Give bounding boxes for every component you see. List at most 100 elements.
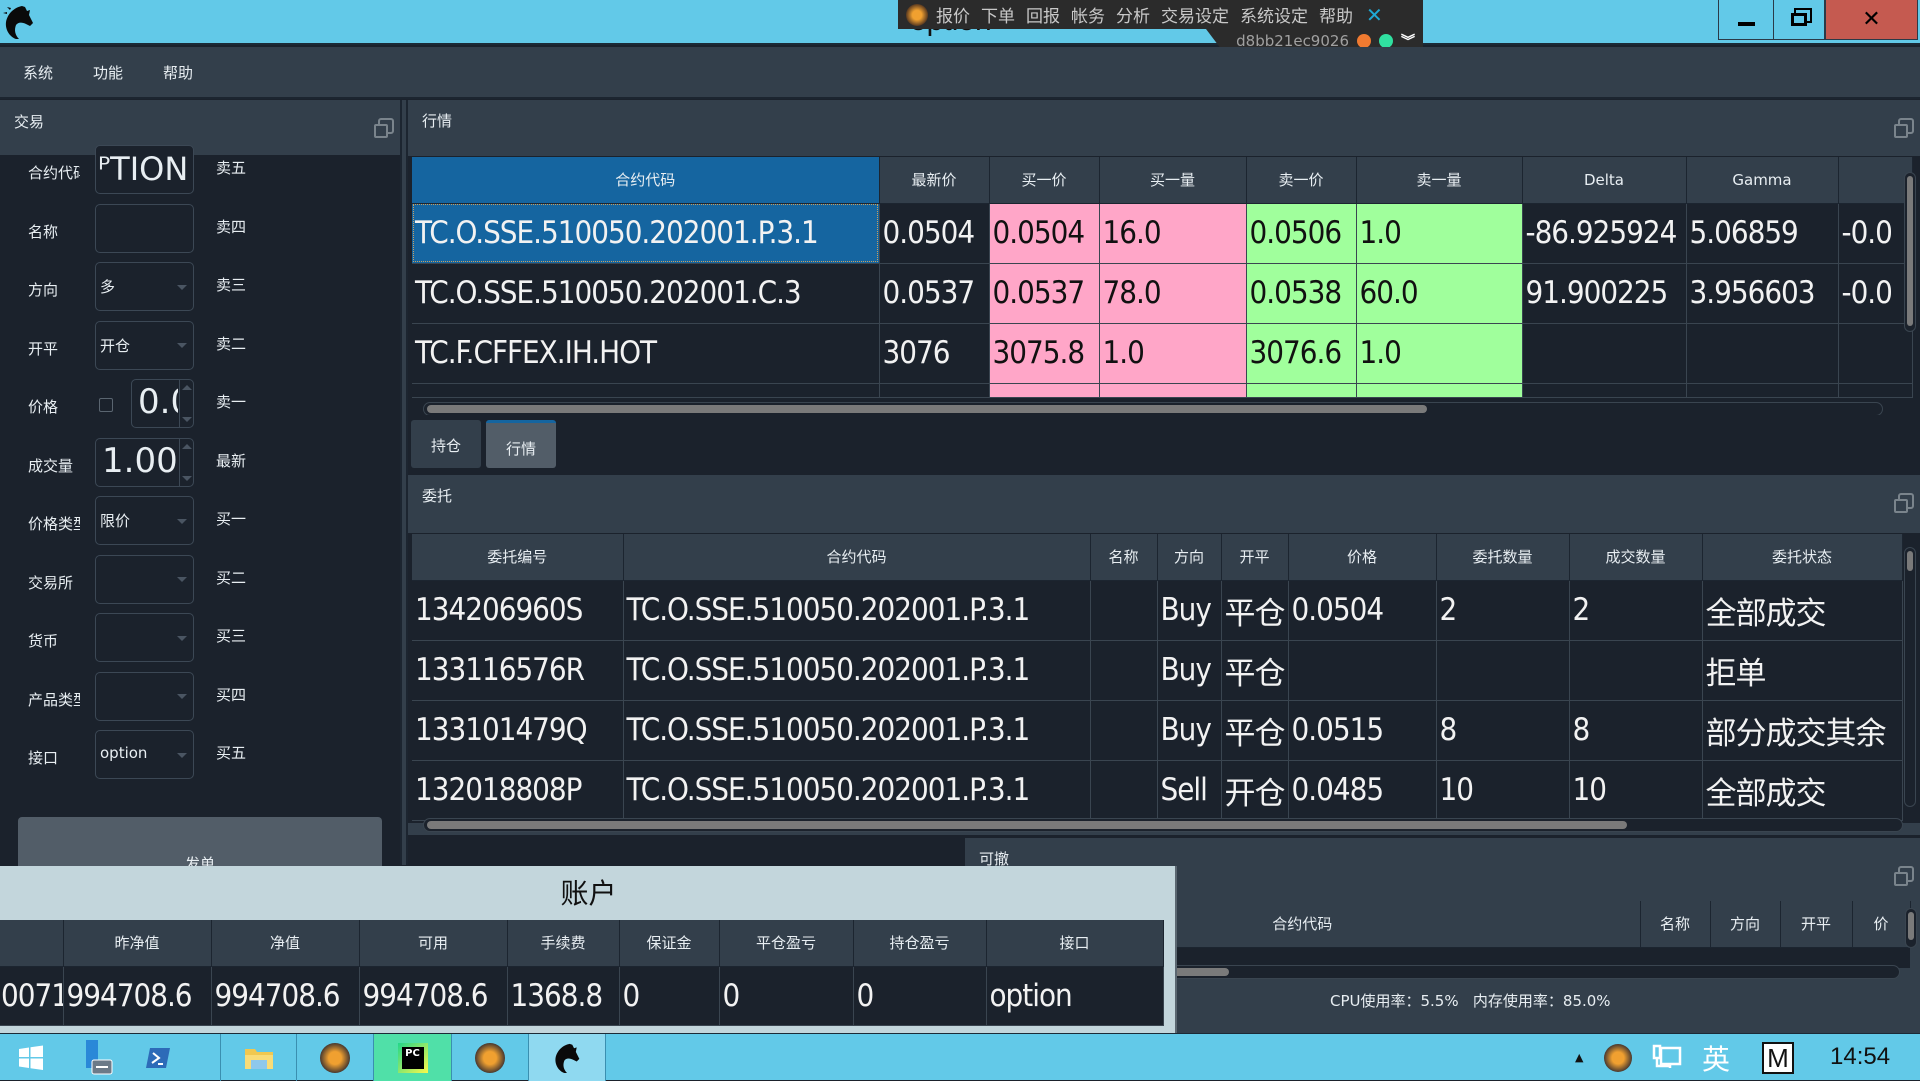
column-header[interactable]: 持仓盈亏 <box>853 920 987 967</box>
price-spinbox[interactable]: 0.0 <box>131 379 194 428</box>
cancel-vscrollbar[interactable] <box>1905 908 1917 948</box>
column-header[interactable]: 委托状态 <box>1702 534 1903 581</box>
float-menu-help[interactable]: 帮助 <box>1319 2 1353 27</box>
select-6[interactable]: 限价 <box>95 496 194 545</box>
spin-arrows-icon[interactable] <box>179 438 193 486</box>
select-10[interactable]: option <box>95 730 194 779</box>
ime-language[interactable]: 英 <box>1702 1034 1730 1081</box>
scroll-thumb[interactable] <box>1907 551 1913 571</box>
column-header[interactable] <box>0 920 64 967</box>
column-header[interactable]: 方向 <box>1157 534 1222 581</box>
float-menu-quote[interactable]: 报价 <box>936 2 970 27</box>
trading-app-button[interactable] <box>452 1034 529 1081</box>
tab-positions[interactable]: 持仓 <box>411 420 481 468</box>
float-close-icon[interactable]: ✕ <box>1366 3 1383 27</box>
market-vscrollbar[interactable] <box>1904 172 1916 332</box>
column-header[interactable]: 卖一量 <box>1356 157 1523 204</box>
column-header[interactable]: Gamma <box>1686 157 1839 204</box>
column-header[interactable]: 合约代码 <box>412 157 880 204</box>
table-row[interactable]: 0071 994708.6 994708.6 994708.6 1368.8 0 0 0 opt… <box>0 966 1164 1026</box>
float-menu-order[interactable]: 下单 <box>981 2 1015 27</box>
powershell-button[interactable] <box>132 1034 184 1081</box>
column-header[interactable]: 净值 <box>211 920 360 967</box>
volume-spinbox[interactable]: 1.00 <box>95 437 194 487</box>
tray-trading-app[interactable] <box>1604 1034 1632 1081</box>
column-header[interactable]: 平仓盈亏 <box>719 920 854 967</box>
tab-market[interactable]: 行情 <box>486 420 556 468</box>
maximize-button[interactable] <box>1773 0 1825 40</box>
column-header[interactable]: 委托数量 <box>1436 534 1570 581</box>
trading-app-button[interactable] <box>297 1034 374 1081</box>
column-header[interactable]: 买一量 <box>1099 157 1247 204</box>
start-button[interactable] <box>0 1034 62 1081</box>
column-header[interactable]: 价 <box>1852 901 1911 948</box>
float-menu-report[interactable]: 回报 <box>1026 2 1060 27</box>
float-menu-trade-settings[interactable]: 交易设定 <box>1161 2 1229 27</box>
select-8[interactable] <box>95 613 194 662</box>
scroll-thumb[interactable] <box>1907 176 1913 326</box>
scroll-thumb[interactable] <box>427 405 1427 413</box>
column-header[interactable]: 名称 <box>1640 901 1711 948</box>
table-row[interactable]: TC.O.SSE.510050.202001.C.3 0.0537 0.0537 78… <box>412 263 1913 324</box>
menu-function[interactable]: 功能 <box>93 62 123 83</box>
market-hscrollbar[interactable] <box>423 402 1883 416</box>
undock-icon[interactable] <box>1894 866 1914 886</box>
close-button[interactable]: ✕ <box>1825 0 1918 40</box>
table-row[interactable]: 134206960S TC.O.SSE.510050.202001.P.3.1 Bu… <box>412 580 1903 641</box>
select-2[interactable]: 多 <box>95 262 194 311</box>
pycharm-button[interactable]: PC <box>374 1034 452 1081</box>
column-header[interactable]: 昨净值 <box>63 920 212 967</box>
clock[interactable]: 14:54 <box>1830 1043 1890 1071</box>
menu-system[interactable]: 系统 <box>23 62 53 83</box>
symbol-input[interactable]: ᴾTION <box>95 145 194 194</box>
column-header[interactable] <box>1838 157 1913 204</box>
table-row[interactable]: TC.F.CFFEX.IH.HOT 3076 3075.8 1.0 3076.6 1.0 <box>412 323 1913 384</box>
table-row[interactable]: 132018808P TC.O.SSE.510050.202001.P.3.1 Se… <box>412 760 1903 821</box>
scroll-thumb[interactable] <box>1908 912 1914 940</box>
order-vscrollbar[interactable] <box>1904 547 1916 807</box>
undock-icon[interactable] <box>374 118 394 138</box>
tray-overflow-button[interactable]: ▲ <box>1575 1034 1583 1081</box>
column-header[interactable]: 买一价 <box>989 157 1100 204</box>
float-menu-system-settings[interactable]: 系统设定 <box>1240 2 1308 27</box>
column-header[interactable]: 手续费 <box>507 920 620 967</box>
column-header[interactable]: 委托编号 <box>412 534 624 581</box>
ime-mode[interactable]: M <box>1762 1034 1794 1081</box>
file-explorer-button[interactable] <box>220 1034 297 1081</box>
column-header[interactable]: 接口 <box>986 920 1164 967</box>
minimize-button[interactable] <box>1718 0 1774 40</box>
column-header[interactable]: 价格 <box>1288 534 1437 581</box>
name-input[interactable] <box>95 203 194 253</box>
table-cell: 994708.6 <box>63 966 212 1026</box>
select-3[interactable]: 开仓 <box>95 320 194 370</box>
column-header[interactable]: 成交数量 <box>1569 534 1703 581</box>
column-header[interactable]: 合约代码 <box>623 534 1091 581</box>
menu-help[interactable]: 帮助 <box>163 62 193 83</box>
tray-network[interactable] <box>1652 1034 1682 1081</box>
column-header[interactable]: 方向 <box>1710 901 1781 948</box>
spin-arrows-icon[interactable] <box>179 380 193 427</box>
price-checkbox[interactable] <box>99 398 113 412</box>
column-header[interactable]: Delta <box>1522 157 1687 204</box>
column-header[interactable]: 名称 <box>1090 534 1158 581</box>
column-header[interactable]: 最新价 <box>879 157 990 204</box>
table-row[interactable]: 133101479Q TC.O.SSE.510050.202001.P.3.1 Bu… <box>412 700 1903 761</box>
order-hscrollbar[interactable] <box>423 818 1903 832</box>
server-manager-button[interactable] <box>62 1034 132 1081</box>
float-menu-account[interactable]: 帐务 <box>1071 2 1105 27</box>
column-header[interactable]: 开平 <box>1780 901 1853 948</box>
table-row[interactable]: TC.O.SSE.510050.202001.P.3.1 0.0504 0.0504… <box>412 203 1913 264</box>
column-header[interactable]: 开平 <box>1221 534 1289 581</box>
undock-icon[interactable] <box>1894 493 1914 513</box>
scroll-thumb[interactable] <box>427 821 1627 829</box>
float-menu-analysis[interactable]: 分析 <box>1116 2 1150 27</box>
select-9[interactable] <box>95 671 194 721</box>
panel-splitter[interactable] <box>400 100 408 865</box>
column-header[interactable]: 卖一价 <box>1246 157 1357 204</box>
select-7[interactable] <box>95 554 194 604</box>
table-row[interactable]: 133116576R TC.O.SSE.510050.202001.P.3.1 Bu… <box>412 640 1903 701</box>
column-header[interactable]: 保证金 <box>619 920 720 967</box>
column-header[interactable]: 可用 <box>359 920 508 967</box>
horse-app-button[interactable] <box>529 1034 606 1081</box>
undock-icon[interactable] <box>1894 118 1914 138</box>
